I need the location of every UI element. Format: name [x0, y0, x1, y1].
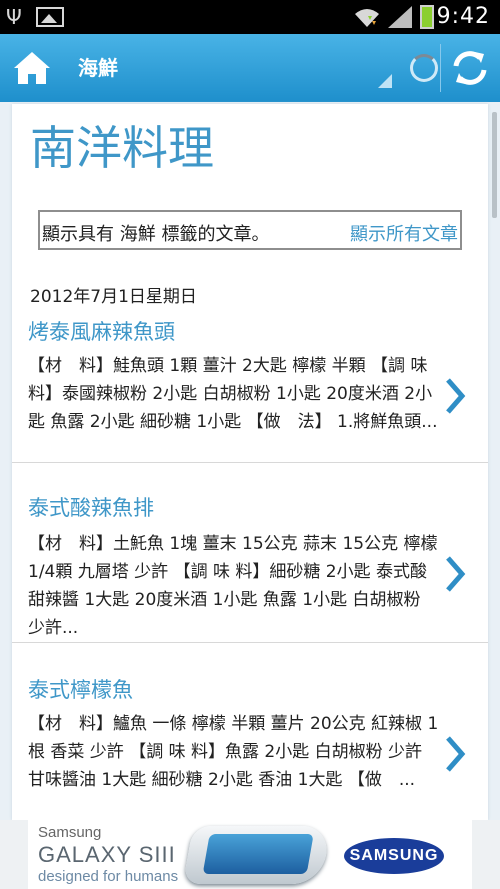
post-title[interactable]: 泰式酸辣魚排	[28, 492, 154, 522]
ad-brand-line3: designed for humans	[38, 868, 179, 885]
usb-icon: Ψ	[6, 5, 22, 29]
post-title[interactable]: 泰式檸檬魚	[28, 674, 133, 704]
post-item[interactable]: 泰式酸辣魚排 【材 料】土魠魚 1塊 薑末 15公克 蒜末 15公克 檸檬 1/…	[12, 496, 488, 644]
blog-title[interactable]: 南洋料理	[30, 112, 214, 178]
chevron-right-icon[interactable]	[444, 734, 468, 774]
post-divider	[12, 642, 488, 643]
dropdown-indicator[interactable]	[378, 74, 392, 88]
refresh-icon[interactable]	[448, 44, 492, 92]
post-excerpt: 【材 料】鮭魚頭 1顆 薑汁 2大匙 檸檬 半顆 【調 味 料】泰國辣椒粉 2小…	[28, 356, 438, 432]
action-bar: 海鮮	[0, 34, 500, 102]
samsung-logo: SAMSUNG	[344, 838, 444, 874]
content-card: 南洋料理 顯示具有 海鮮 標籤的文章。 顯示所有文章 2012年7月1日星期日 …	[12, 104, 488, 820]
home-icon[interactable]	[10, 46, 54, 90]
tag-filter-banner: 顯示具有 海鮮 標籤的文章。 顯示所有文章	[38, 210, 462, 250]
post-excerpt: 【材 料】土魠魚 1塊 薑末 15公克 蒜末 15公克 檸檬 1/4顆 九層塔 …	[28, 534, 438, 638]
post-excerpt: 【材 料】鱸魚 一條 檸檬 半顆 薑片 20公克 紅辣椒 1根 香菜 少許 【調…	[28, 714, 439, 790]
tag-filter-text: 顯示具有 海鮮 標籤的文章。	[42, 224, 270, 245]
ad-brand-line2: GALAXY SIII	[38, 842, 176, 867]
signal-icon	[388, 6, 412, 28]
ad-banner[interactable]: Samsung GALAXY SIII designed for humans …	[0, 820, 500, 889]
chevron-right-icon[interactable]	[444, 554, 468, 594]
ad-brand-line1: Samsung	[38, 824, 102, 841]
post-title[interactable]: 烤泰風麻辣魚頭	[28, 316, 175, 346]
phone-screen	[202, 834, 314, 874]
ad-content[interactable]: Samsung GALAXY SIII designed for humans …	[28, 820, 472, 889]
post-divider	[12, 462, 488, 463]
phone-image	[182, 826, 332, 884]
battery-icon	[420, 5, 434, 29]
loading-spinner-icon	[410, 54, 438, 82]
image-notification-icon	[36, 7, 64, 27]
scrollbar[interactable]	[492, 112, 497, 218]
post-item[interactable]: 泰式檸檬魚 【材 料】鱸魚 一條 檸檬 半顆 薑片 20公克 紅辣椒 1根 香菜…	[12, 676, 488, 820]
status-bar: Ψ 9:42	[0, 0, 500, 34]
post-item[interactable]: 烤泰風麻辣魚頭 【材 料】鮭魚頭 1顆 薑汁 2大匙 檸檬 半顆 【調 味 料】…	[12, 316, 488, 464]
action-bar-title: 海鮮	[78, 56, 118, 80]
chevron-right-icon[interactable]	[444, 376, 468, 416]
wifi-icon	[355, 9, 379, 27]
status-time: 9:42	[436, 4, 490, 29]
action-divider	[440, 44, 441, 92]
post-date: 2012年7月1日星期日	[30, 287, 197, 307]
show-all-posts-link[interactable]: 顯示所有文章	[350, 220, 458, 246]
